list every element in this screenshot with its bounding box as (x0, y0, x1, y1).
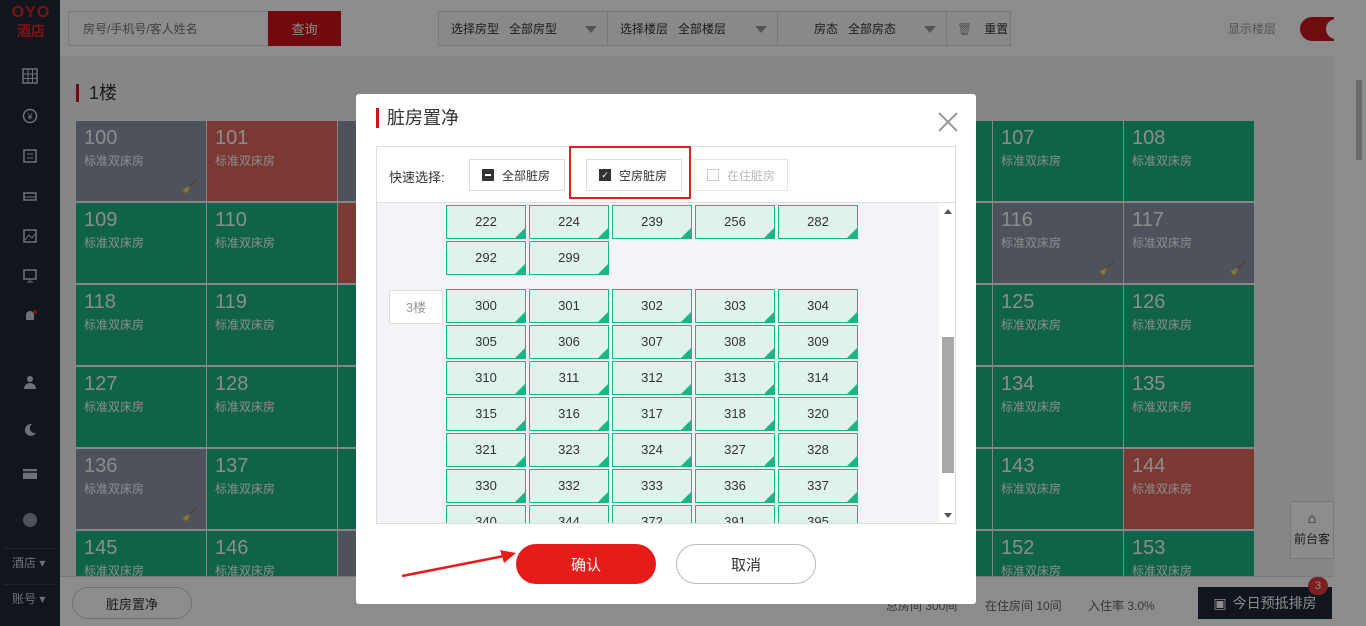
quick-select-label: 快速选择: (389, 170, 445, 185)
room-chip[interactable]: 302 (612, 289, 692, 323)
room-chip[interactable]: 313 (695, 361, 775, 395)
cancel-button[interactable]: 取消 (676, 544, 816, 584)
room-chip[interactable]: 310 (446, 361, 526, 395)
room-chip[interactable]: 324 (612, 433, 692, 467)
confirm-button[interactable]: 确认 (516, 544, 656, 584)
option-label: 在住脏房 (727, 168, 776, 183)
room-chip[interactable]: 328 (778, 433, 858, 467)
room-chip[interactable]: 333 (612, 469, 692, 503)
room-chip[interactable]: 314 (778, 361, 858, 395)
checkbox-icon (707, 169, 719, 181)
room-chip[interactable]: 282 (778, 205, 858, 239)
room-chip[interactable]: 309 (778, 325, 858, 359)
room-chip[interactable]: 311 (529, 361, 609, 395)
room-chip[interactable]: 256 (695, 205, 775, 239)
room-chip[interactable]: 301 (529, 289, 609, 323)
room-chip[interactable]: 307 (612, 325, 692, 359)
room-chip[interactable]: 306 (529, 325, 609, 359)
room-chip[interactable]: 395 (778, 505, 858, 523)
room-chip[interactable]: 323 (529, 433, 609, 467)
room-chip[interactable]: 320 (778, 397, 858, 431)
room-chip[interactable]: 224 (529, 205, 609, 239)
room-chip[interactable]: 316 (529, 397, 609, 431)
room-chip[interactable]: 308 (695, 325, 775, 359)
list-scrollbar[interactable] (939, 203, 955, 523)
close-icon[interactable] (936, 110, 960, 134)
room-chip[interactable]: 312 (612, 361, 692, 395)
room-chip[interactable]: 332 (529, 469, 609, 503)
room-chip[interactable]: 321 (446, 433, 526, 467)
room-chip[interactable]: 317 (612, 397, 692, 431)
scrollbar-thumb[interactable] (942, 337, 954, 473)
room-chip[interactable]: 391 (695, 505, 775, 523)
room-chip[interactable]: 222 (446, 205, 526, 239)
dialog-title: 脏房置净 (376, 108, 459, 128)
scroll-up-icon[interactable] (944, 209, 952, 214)
checkbox-indeterminate-icon (482, 169, 494, 181)
room-chip[interactable]: 372 (612, 505, 692, 523)
room-chip[interactable]: 336 (695, 469, 775, 503)
room-chip[interactable]: 337 (778, 469, 858, 503)
dirty-clean-dialog: 脏房置净 快速选择: 全部脏房 ✓ 空房脏房 在住脏房 3楼 222 224 239… (356, 94, 976, 604)
room-chip[interactable]: 239 (612, 205, 692, 239)
room-chip[interactable]: 303 (695, 289, 775, 323)
room-chip[interactable]: 315 (446, 397, 526, 431)
room-chip[interactable]: 305 (446, 325, 526, 359)
highlight-box (569, 146, 691, 199)
option-label: 全部脏房 (502, 168, 551, 183)
occupied-dirty-option[interactable]: 在住脏房 (694, 159, 788, 191)
room-chip[interactable]: 299 (529, 241, 609, 275)
room-chip[interactable]: 340 (446, 505, 526, 523)
pointer-arrow-icon (401, 550, 516, 578)
room-chip[interactable]: 330 (446, 469, 526, 503)
scroll-down-icon[interactable] (944, 513, 952, 518)
room-chip[interactable]: 344 (529, 505, 609, 523)
room-chip[interactable]: 292 (446, 241, 526, 275)
room-chip[interactable]: 318 (695, 397, 775, 431)
room-chip[interactable]: 304 (778, 289, 858, 323)
room-chip[interactable]: 327 (695, 433, 775, 467)
room-chip[interactable]: 300 (446, 289, 526, 323)
floor-3-label[interactable]: 3楼 (389, 290, 443, 324)
room-list-area: 3楼 222 224 239 256 282 292 299 300 301 302 303 304 3… (376, 202, 956, 524)
all-dirty-option[interactable]: 全部脏房 (469, 159, 565, 191)
